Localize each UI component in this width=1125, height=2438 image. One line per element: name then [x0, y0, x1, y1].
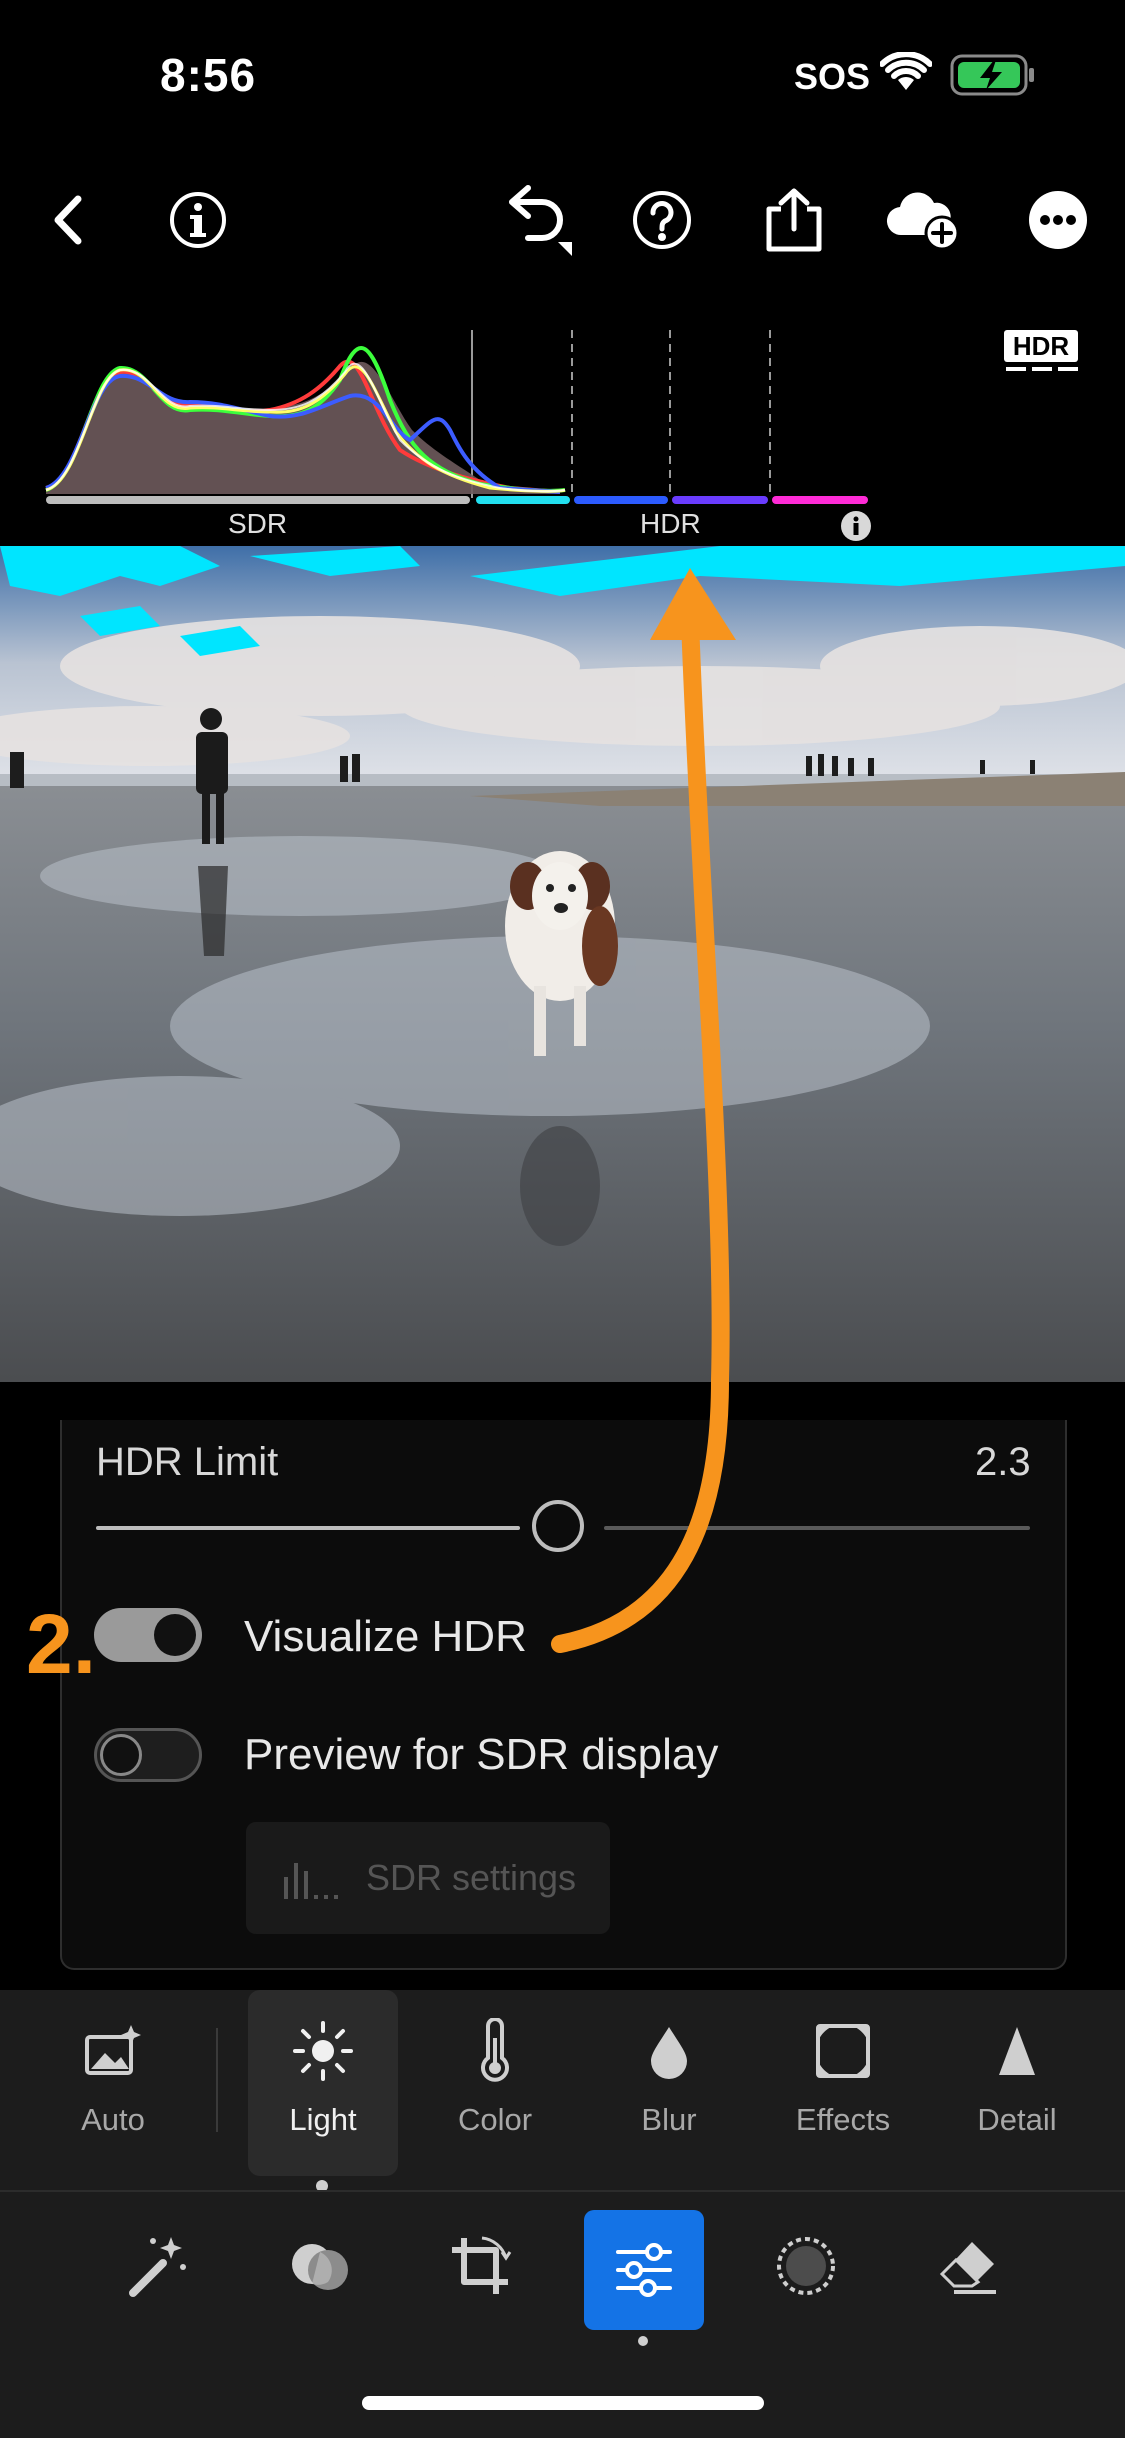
home-indicator[interactable]	[362, 2396, 764, 2410]
tool-color-label: Color	[457, 2102, 533, 2137]
eraser-button[interactable]	[908, 2206, 1028, 2326]
tool-blur-label: Blur	[641, 2102, 697, 2137]
sun-icon	[293, 2021, 353, 2081]
vignette-icon	[816, 2024, 870, 2078]
triangle-icon	[999, 2027, 1035, 2075]
auto-image-icon	[85, 2025, 141, 2075]
tool-effects-label: Effects	[795, 2102, 891, 2137]
thermometer-icon	[481, 2018, 509, 2082]
eraser-icon	[939, 2242, 996, 2294]
tool-detail[interactable]: Detail	[942, 1990, 1092, 2176]
magic-wand-icon	[129, 2237, 186, 2297]
tool-light[interactable]: Light	[248, 1990, 398, 2176]
masking-button[interactable]	[746, 2206, 866, 2326]
tool-blur[interactable]: Blur	[594, 1990, 744, 2176]
presets-icon	[292, 2244, 348, 2290]
tool-light-label: Light	[289, 2102, 357, 2137]
tool-auto-label: Auto	[81, 2102, 145, 2137]
crop-icon	[452, 2236, 512, 2294]
crop-button[interactable]	[420, 2206, 540, 2326]
edit-tools-strip: Auto Light Color Blur Effects Detail	[0, 1990, 1125, 2192]
adjust-button[interactable]	[584, 2210, 704, 2330]
tool-effects[interactable]: Effects	[768, 1990, 918, 2176]
presets-button[interactable]	[260, 2206, 380, 2326]
tool-divider	[216, 2028, 218, 2132]
tool-auto[interactable]: Auto	[38, 1990, 188, 2176]
tool-color[interactable]: Color	[420, 1990, 570, 2176]
tool-detail-label: Detail	[977, 2102, 1057, 2137]
adjust-sliders-icon	[616, 2243, 672, 2297]
masking-icon	[777, 2237, 835, 2295]
drop-icon	[651, 2027, 687, 2079]
magic-wand-button[interactable]	[98, 2206, 218, 2326]
active-mode-indicator	[638, 2336, 648, 2346]
